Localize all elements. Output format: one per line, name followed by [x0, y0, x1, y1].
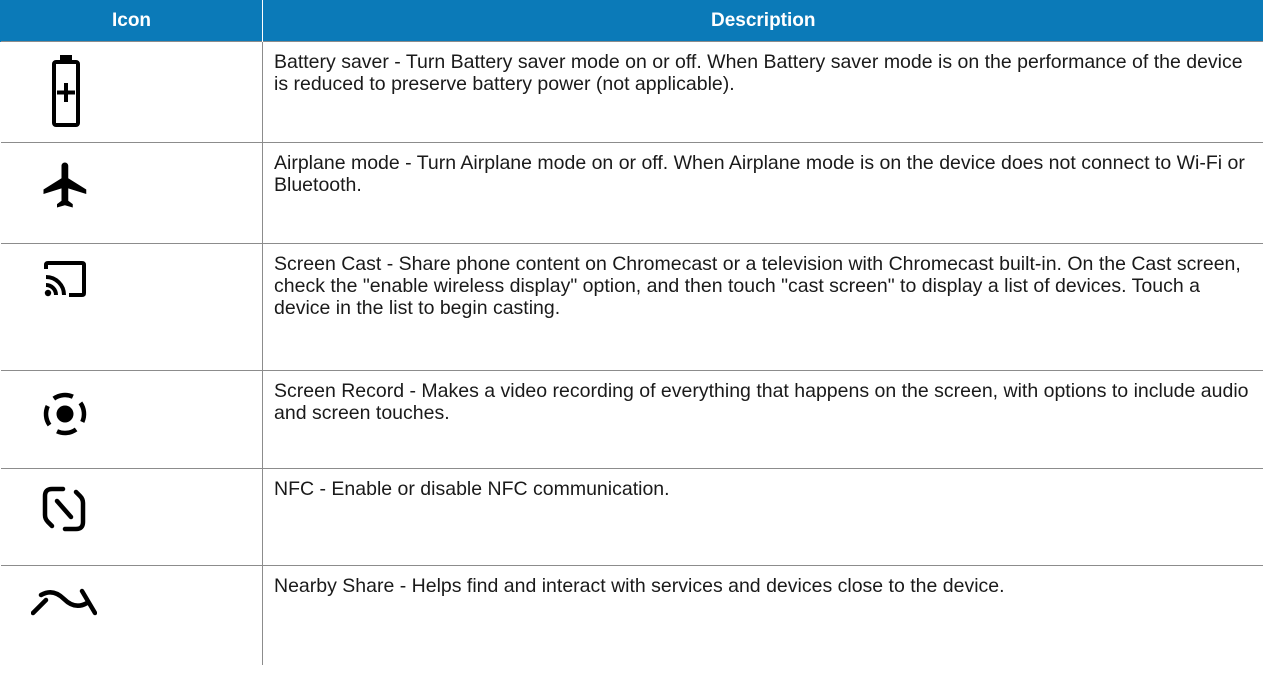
description-cell: Battery saver - Turn Battery saver mode …: [262, 41, 1263, 143]
icon-cell: [0, 142, 263, 244]
screen-cast-icon: [43, 261, 86, 297]
table-header-row: Icon Description: [0, 0, 1263, 42]
table-row: Airplane mode - Turn Airplane mode on or…: [0, 142, 1263, 244]
description-cell: Screen Record - Makes a video recording …: [262, 370, 1263, 469]
table-row: Screen Cast - Share phone content on Chr…: [0, 243, 1263, 371]
nearby-share-icon: [30, 588, 97, 616]
table-row: Battery saver - Turn Battery saver mode …: [0, 41, 1263, 143]
icon-column-header: Icon: [0, 0, 263, 42]
description-cell: NFC - Enable or disable NFC communicatio…: [262, 468, 1263, 566]
table-row: NFC - Enable or disable NFC communicatio…: [0, 468, 1263, 566]
description-cell: Nearby Share - Helps find and interact w…: [262, 565, 1263, 665]
description-cell: Airplane mode - Turn Airplane mode on or…: [262, 142, 1263, 244]
table-row: Screen Record - Makes a video recording …: [0, 370, 1263, 469]
description-cell: Screen Cast - Share phone content on Chr…: [262, 243, 1263, 371]
icon-cell: [0, 370, 263, 469]
icon-cell: [0, 41, 263, 143]
battery-saver-icon: [51, 55, 80, 127]
icon-cell: [0, 565, 263, 665]
quick-settings-icon-table: Icon Description Battery saver - Turn Ba…: [0, 0, 1263, 665]
table-row: Nearby Share - Helps find and interact w…: [0, 565, 1263, 665]
description-column-header: Description: [262, 0, 1263, 42]
icon-cell: [0, 468, 263, 566]
screen-record-icon: [43, 392, 86, 436]
nfc-icon: [42, 486, 85, 532]
icon-cell: [0, 243, 263, 371]
airplane-icon: [43, 162, 86, 208]
